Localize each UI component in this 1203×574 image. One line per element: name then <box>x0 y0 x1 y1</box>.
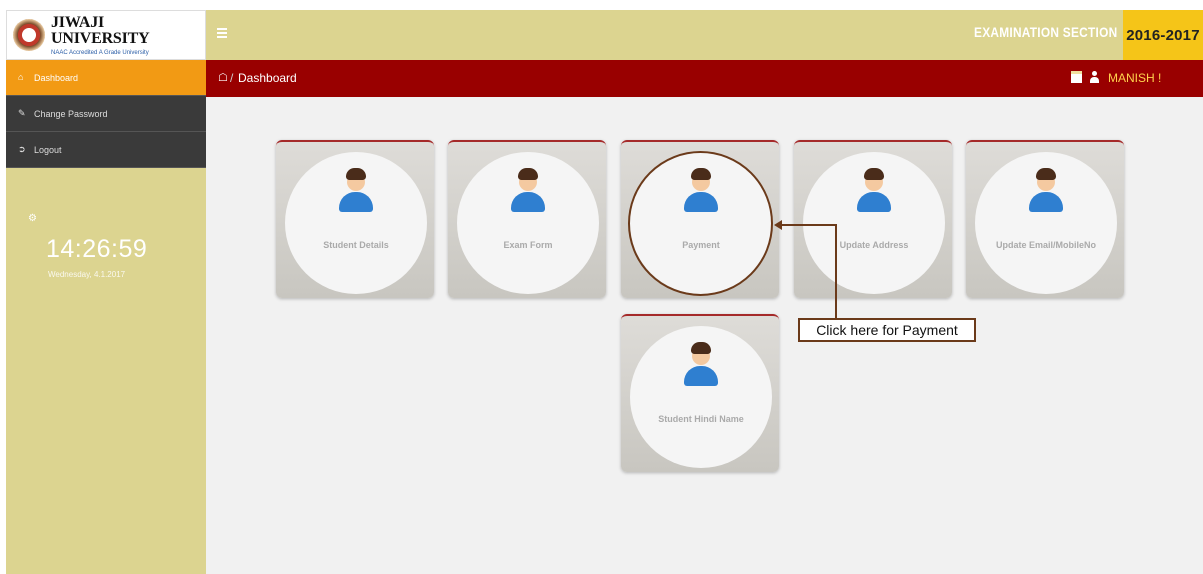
sidebar-item-dashboard[interactable]: ⌂ Dashboard <box>6 60 206 96</box>
tile-student-details[interactable]: Student Details <box>276 140 434 298</box>
callout-arrow-line <box>835 224 837 319</box>
tile-label: Update Email/MobileNo <box>995 240 1096 250</box>
tile-exam-form[interactable]: Exam Form <box>448 140 606 298</box>
sidebar: ⌂ Dashboard ✎ Change Password ➲ Logout ⚙… <box>6 60 206 574</box>
sidebar-item-label: Dashboard <box>34 72 79 83</box>
tile-label: Exam Form <box>503 240 553 250</box>
app-window: JIWAJI UNIVERSITY NAAC Accredited A Grad… <box>6 10 1203 574</box>
university-logo[interactable]: JIWAJI UNIVERSITY NAAC Accredited A Grad… <box>6 10 206 60</box>
arrow-head-icon <box>774 220 782 230</box>
home-icon: ⌂ <box>18 72 24 82</box>
tile-student-hindi-name[interactable]: Student Hindi Name <box>621 314 779 472</box>
calendar-icon[interactable] <box>1071 71 1082 83</box>
breadcrumb: ☖ / Dashboard MANISH ! <box>206 60 1203 97</box>
clock-date: Wednesday, 4.1.2017 <box>48 270 126 279</box>
user-icon[interactable] <box>1089 71 1100 83</box>
payment-callout: Click here for Payment <box>798 318 976 342</box>
student-icon <box>511 168 545 212</box>
section-title: EXAMINATION SECTION <box>974 24 1118 40</box>
logo-title: JIWAJI UNIVERSITY <box>51 13 150 47</box>
menu-toggle-icon[interactable] <box>217 28 227 39</box>
callout-arrow-line <box>778 224 836 226</box>
sidebar-item-change-password[interactable]: ✎ Change Password <box>6 96 206 132</box>
student-icon <box>1029 168 1063 212</box>
student-icon <box>684 342 718 386</box>
logo-subtitle: NAAC Accredited A Grade University <box>51 49 149 56</box>
tile-update-email-mobile[interactable]: Update Email/MobileNo <box>966 140 1124 298</box>
breadcrumb-separator: / <box>230 71 234 85</box>
university-seal-icon <box>13 19 45 51</box>
sidebar-item-label: Logout <box>34 144 62 155</box>
breadcrumb-current: Dashboard <box>238 71 297 85</box>
clock-time: 14:26:59 <box>46 235 148 263</box>
tile-update-address[interactable]: Update Address <box>794 140 952 298</box>
student-icon <box>339 168 373 212</box>
payment-highlight-ring <box>628 151 773 296</box>
home-icon[interactable]: ☖ <box>218 71 228 84</box>
sidebar-item-logout[interactable]: ➲ Logout <box>6 132 206 168</box>
tile-label: Student Hindi Name <box>658 414 744 424</box>
student-icon <box>857 168 891 212</box>
tile-label: Student Details <box>323 240 389 250</box>
logout-icon: ➲ <box>18 144 26 154</box>
user-name[interactable]: MANISH ! <box>1108 71 1161 85</box>
tile-label: Update Address <box>839 240 909 250</box>
gear-icon: ⚙ <box>28 213 37 224</box>
sidebar-item-label: Change Password <box>34 108 108 119</box>
session-badge: 2016-2017 <box>1123 10 1203 60</box>
edit-icon: ✎ <box>18 108 26 118</box>
top-bar: JIWAJI UNIVERSITY NAAC Accredited A Grad… <box>6 10 1203 60</box>
